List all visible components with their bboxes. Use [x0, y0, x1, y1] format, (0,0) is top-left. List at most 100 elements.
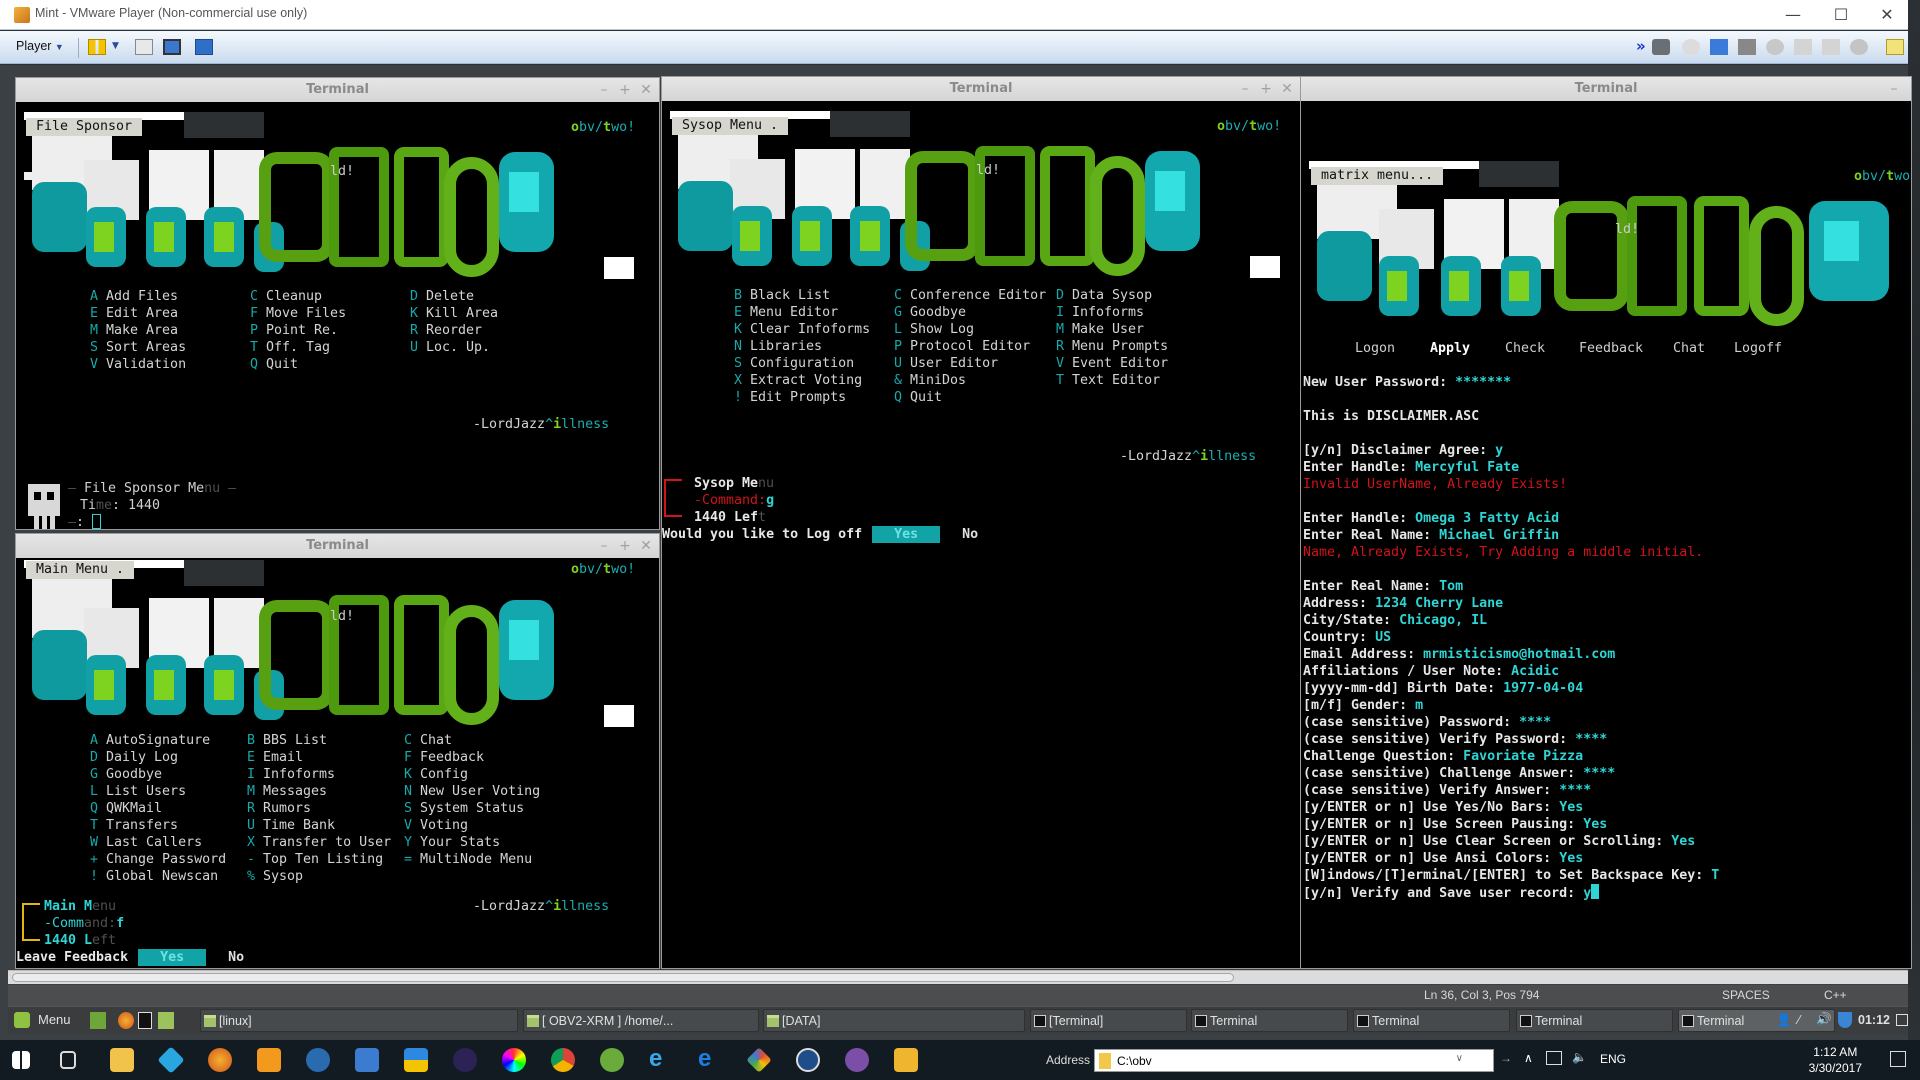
minimize-icon[interactable]: –	[1885, 77, 1903, 101]
menu-item-extract-voting[interactable]: X Extract Voting	[734, 372, 870, 389]
taskbar-item[interactable]: [DATA]	[763, 1009, 1025, 1032]
menu-item-user-editor[interactable]: U User Editor	[894, 355, 1046, 372]
menu-item-time-bank[interactable]: U Time Bank	[247, 817, 391, 834]
close-icon[interactable]: ✕	[637, 534, 655, 558]
maximize-icon[interactable]: +	[1257, 77, 1275, 101]
menu-item-rumors[interactable]: R Rumors	[247, 800, 391, 817]
menu-item-quit[interactable]: Q Quit	[894, 389, 1046, 406]
vmware-icon[interactable]	[894, 1048, 918, 1072]
horizontal-scrollbar[interactable]	[8, 970, 1908, 984]
menu-item-feedback[interactable]: F Feedback	[404, 749, 540, 766]
maximize-icon[interactable]: +	[616, 78, 634, 102]
cursor-position[interactable]: Ln 36, Col 3, Pos 794	[1424, 988, 1539, 1002]
menu-item-data-sysop[interactable]: D Data Sysop	[1056, 287, 1168, 304]
menu-item-point-re[interactable]: P Point Re.	[250, 322, 346, 339]
message-log-icon[interactable]	[1886, 39, 1904, 55]
android-studio-icon[interactable]	[600, 1048, 624, 1072]
menu-item-cleanup[interactable]: C Cleanup	[250, 288, 346, 305]
fullscreen-icon[interactable]	[163, 39, 181, 55]
show-desktop-icon[interactable]	[90, 1012, 106, 1029]
menu-item-infoforms[interactable]: I Infoforms	[247, 766, 391, 783]
usb-keyboard-2-icon[interactable]	[1822, 39, 1840, 55]
menu-item-top-ten-listing[interactable]: - Top Ten Listing	[247, 851, 391, 868]
menu-item-global-newscan[interactable]: ! Global Newscan	[90, 868, 226, 885]
menu-item-last-callers[interactable]: W Last Callers	[90, 834, 226, 851]
terminal-window-new-user[interactable]: Terminal – matrix menu... obv/two ld! Lo…	[1300, 76, 1912, 969]
user-icon[interactable]: 👤	[1776, 1013, 1792, 1028]
menu-item-configuration[interactable]: S Configuration	[734, 355, 870, 372]
menu-item-transfer-to-user[interactable]: X Transfer to User	[247, 834, 391, 851]
menu-item-move-files[interactable]: F Move Files	[250, 305, 346, 322]
no-option[interactable]: No	[940, 526, 978, 543]
remote-desktop-icon[interactable]	[355, 1048, 379, 1072]
menu-item-autosignature[interactable]: A AutoSignature	[90, 732, 226, 749]
menu-item-new-user-voting[interactable]: N New User Voting	[404, 783, 540, 800]
input-language[interactable]: ENG	[1600, 1052, 1626, 1066]
menu-item-qwkmail[interactable]: Q QWKMail	[90, 800, 226, 817]
player-menu-button[interactable]: Player ▼	[16, 39, 64, 53]
color-picker-icon[interactable]	[502, 1048, 526, 1072]
menu-item-make-user[interactable]: M Make User	[1056, 321, 1168, 338]
terminal-window-file-sponsor[interactable]: Terminal – + ✕ File Sponsor obv/two! ld!…	[15, 77, 660, 530]
menu-item-quit[interactable]: Q Quit	[250, 356, 346, 373]
address-dropdown-icon[interactable]: ∨	[1456, 1053, 1463, 1064]
maximize-icon[interactable]: +	[616, 534, 634, 558]
network-adapter-icon[interactable]	[1710, 39, 1728, 55]
terminal-screen[interactable]: Sysop Menu . obv/two! ld! B Black List EM…	[662, 101, 1300, 968]
system-clock[interactable]: 1:12 AM 3/30/2017	[1809, 1044, 1862, 1076]
virtualbox-icon[interactable]	[157, 1046, 185, 1074]
send-ctrl-alt-del-icon[interactable]	[135, 39, 153, 55]
yes-option[interactable]: Yes	[872, 526, 941, 543]
menu-item-edit-prompts[interactable]: ! Edit Prompts	[734, 389, 870, 406]
firefox-launcher-icon[interactable]	[118, 1012, 134, 1029]
taskbar-item[interactable]: Terminal	[1191, 1009, 1348, 1032]
mint-menu-button[interactable]: Menu	[38, 1012, 71, 1027]
menu-item-daily-log[interactable]: D Daily Log	[90, 749, 226, 766]
prompt-input[interactable]: —:	[68, 514, 102, 529]
minimize-icon[interactable]: –	[595, 78, 613, 102]
usb-keyboard-icon[interactable]	[1794, 39, 1812, 55]
menu-item-off-tag[interactable]: T Off. Tag	[250, 339, 346, 356]
menu-item-reorder[interactable]: R Reorder	[410, 322, 498, 339]
menu-item-transfers[interactable]: T Transfers	[90, 817, 226, 834]
menu-item-make-area[interactable]: M Make Area	[90, 322, 186, 339]
scrollbar-thumb[interactable]	[12, 973, 1234, 982]
close-button[interactable]: ✕	[1864, 0, 1910, 30]
cd-dvd-icon[interactable]	[1682, 39, 1700, 55]
edge-icon[interactable]: e	[698, 1047, 722, 1072]
menu-item-config[interactable]: K Config	[404, 766, 540, 783]
nav-feedback[interactable]: Feedback	[1579, 340, 1643, 357]
nav-logoff[interactable]: Logoff	[1734, 340, 1782, 357]
menu-item-edit-area[interactable]: E Edit Area	[90, 305, 186, 322]
pause-dropdown-icon[interactable]: ▼	[112, 41, 119, 51]
start-button-icon[interactable]	[12, 1051, 30, 1069]
eclipse-icon[interactable]	[453, 1048, 477, 1072]
internet-explorer-icon[interactable]: e	[649, 1047, 673, 1072]
menu-item-event-editor[interactable]: V Event Editor	[1056, 355, 1168, 372]
menu-item-menu-prompts[interactable]: R Menu Prompts	[1056, 338, 1168, 355]
menu-item-multinode-menu[interactable]: = MultiNode Menu	[404, 851, 540, 868]
taskbar-item[interactable]: Terminal	[1516, 1009, 1673, 1032]
taskbar-item[interactable]: [ OBV2-XRM ] /home/...	[523, 1009, 759, 1032]
maximize-button[interactable]: ☐	[1818, 0, 1864, 30]
file-explorer-icon[interactable]	[110, 1048, 134, 1072]
sourcetree-icon[interactable]	[796, 1048, 820, 1072]
indentation-mode[interactable]: SPACES	[1722, 988, 1770, 1002]
menu-item-change-password[interactable]: + Change Password	[90, 851, 226, 868]
mint-logo-icon[interactable]	[14, 1012, 30, 1028]
taskbar-item[interactable]: Terminal	[1353, 1009, 1510, 1032]
menu-item-add-files[interactable]: A Add Files	[90, 288, 186, 305]
action-center-icon[interactable]	[1890, 1051, 1906, 1067]
menu-item-libraries[interactable]: N Libraries	[734, 338, 870, 355]
prompt-command[interactable]: -Command:f	[44, 915, 124, 932]
yes-option[interactable]: Yes	[138, 949, 207, 966]
terminal-launcher-icon[interactable]	[138, 1012, 152, 1029]
network-tray-icon[interactable]	[1546, 1051, 1562, 1065]
chrome-icon[interactable]	[551, 1048, 575, 1072]
files-launcher-icon[interactable]	[158, 1012, 174, 1029]
outlook-icon[interactable]	[257, 1048, 281, 1072]
minimize-icon[interactable]: –	[1236, 77, 1254, 101]
menu-item-voting[interactable]: V Voting	[404, 817, 540, 834]
volume-tray-icon[interactable]: 🔈	[1572, 1050, 1587, 1064]
menu-item-your-stats[interactable]: Y Your Stats	[404, 834, 540, 851]
